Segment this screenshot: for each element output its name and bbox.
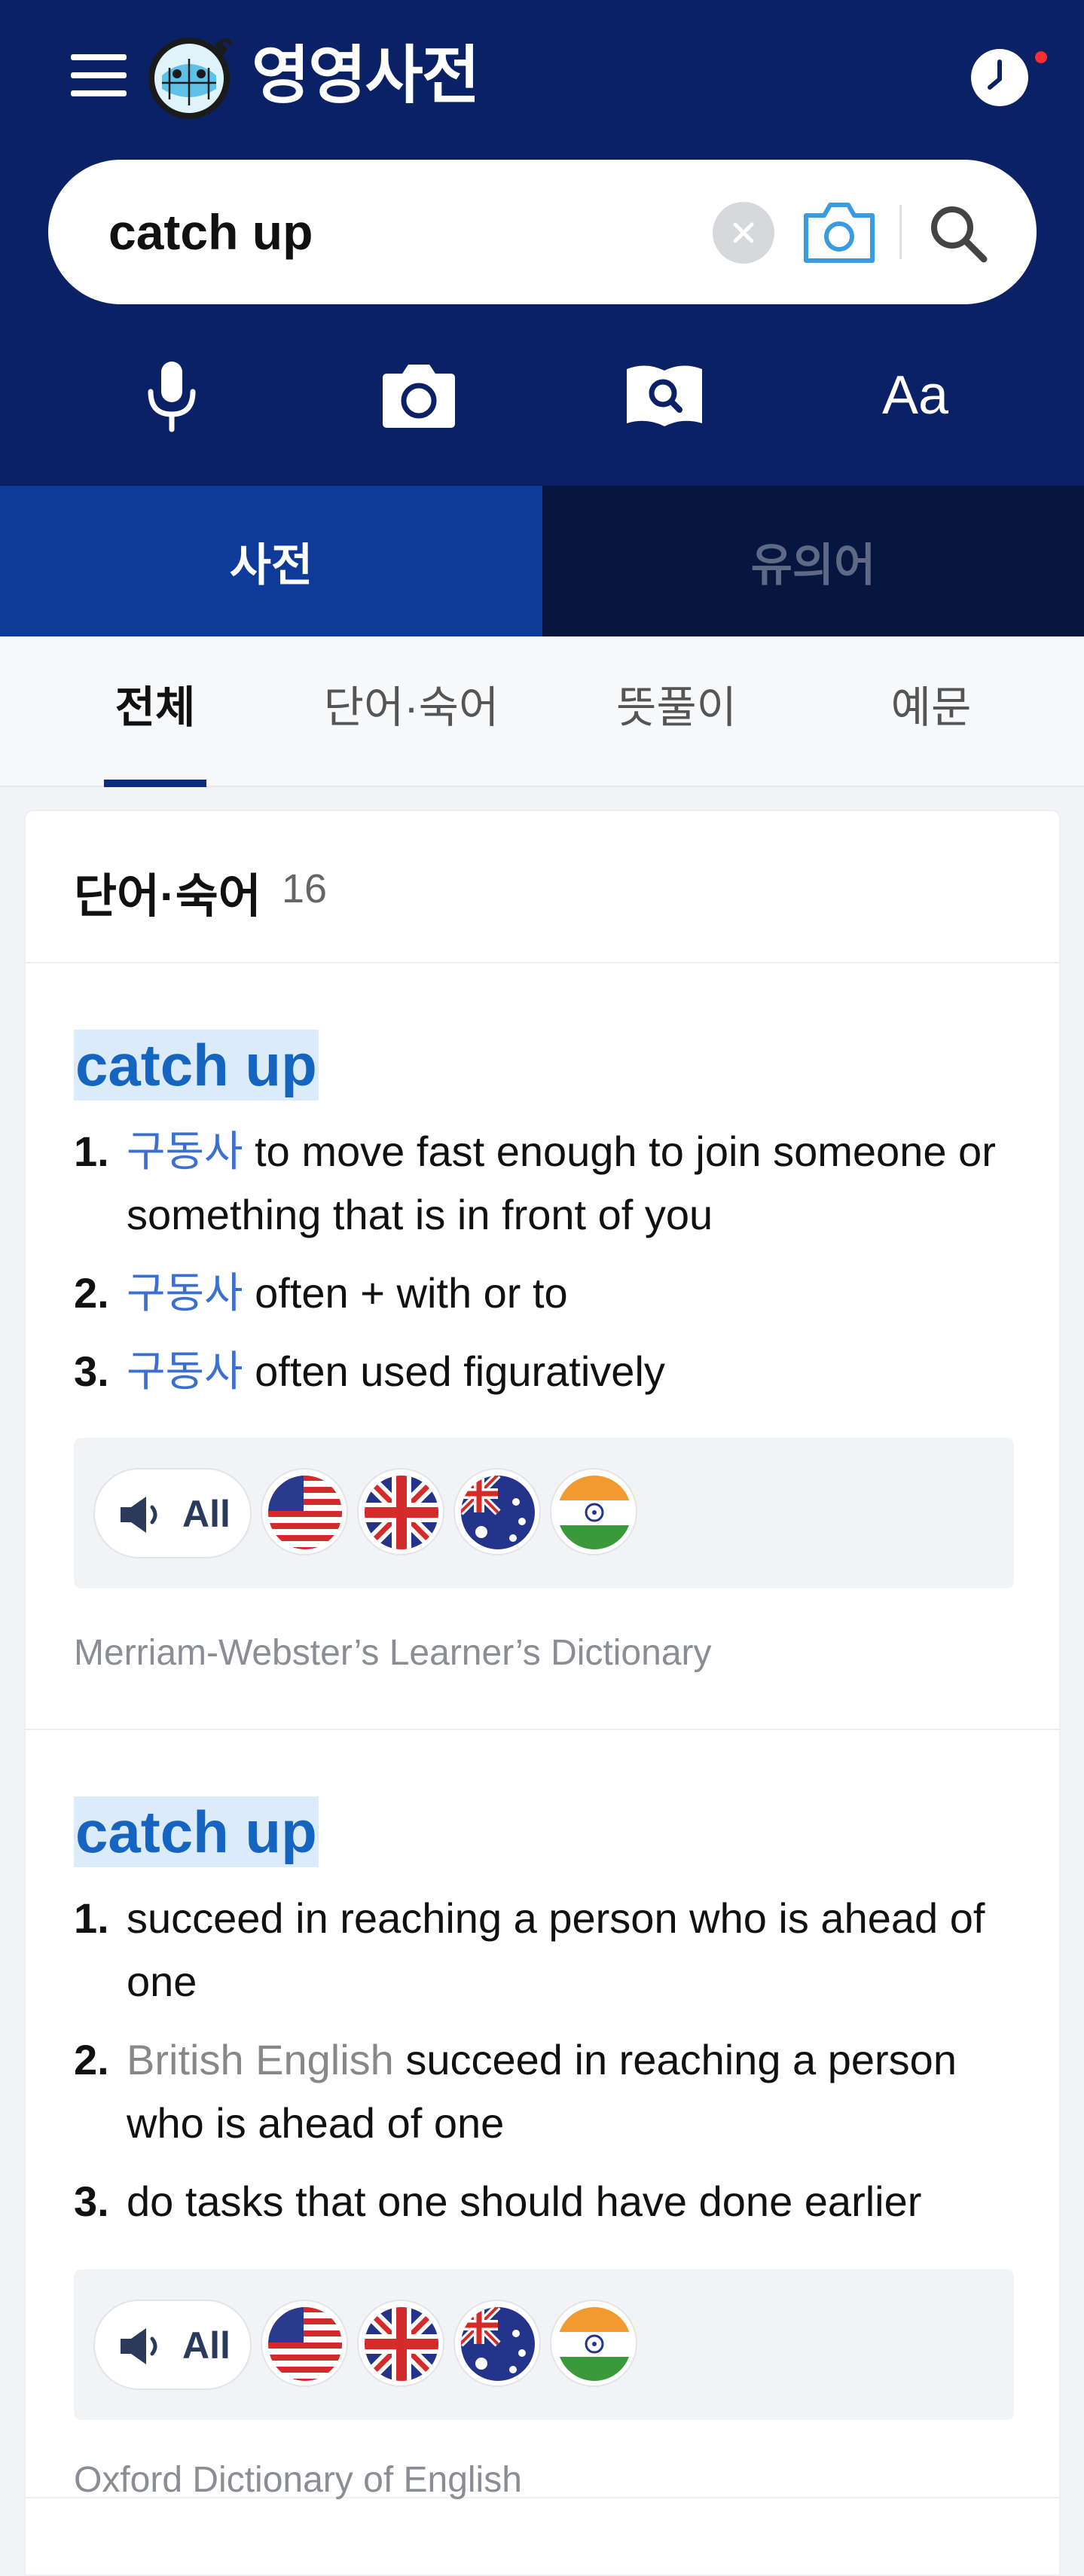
- app-title: 영영사전: [252, 40, 480, 111]
- sense-number: 1.: [74, 1128, 109, 1175]
- sense-number: 3.: [74, 2178, 109, 2225]
- sense-number: 3.: [74, 1348, 109, 1395]
- clear-icon[interactable]: [713, 202, 774, 264]
- sense-item: 2. British English succeed in reaching a…: [74, 2028, 1031, 2155]
- main-tabs: 사전 유의어: [0, 486, 1084, 636]
- result-count: 16: [282, 866, 328, 911]
- us-flag-icon[interactable]: [261, 1468, 348, 1555]
- sense-item: 2. 구동사 often + with or to: [74, 1262, 1031, 1325]
- uk-flag-icon[interactable]: [357, 2300, 444, 2387]
- search-box: [48, 160, 1037, 304]
- headword[interactable]: catch up: [74, 1796, 319, 1867]
- subtab-definitions[interactable]: 뜻풀이: [609, 636, 744, 787]
- sense-number: 2.: [74, 1269, 109, 1317]
- section-title: 단어·숙어: [74, 871, 261, 923]
- in-flag-icon[interactable]: [550, 2300, 637, 2387]
- speaker-icon: [121, 1497, 157, 1533]
- subtab-examples[interactable]: 예문: [887, 636, 975, 787]
- dictionary-entry: catch up 1. 구동사 to move fast enough to j…: [26, 963, 1059, 1730]
- sense-number: 1.: [74, 1894, 109, 1942]
- dictionary-source: Oxford Dictionary of English: [74, 2460, 522, 2500]
- section-header: 단어·숙어 16: [26, 811, 1059, 963]
- sense-item: 1. succeed in reaching a person who is a…: [74, 1887, 1031, 2013]
- play-all-label: All: [182, 1493, 231, 1535]
- sense-text: succeed in reaching a person who is ahea…: [127, 1894, 985, 2005]
- us-flag-icon[interactable]: [261, 2300, 348, 2387]
- app-header: 영영사전 Aa: [0, 0, 1084, 486]
- sense-text: often used figuratively: [255, 1348, 665, 1395]
- part-of-speech: 구동사: [127, 1269, 243, 1317]
- speaker-icon: [121, 2328, 157, 2364]
- top-bar: 영영사전: [0, 0, 1084, 158]
- sense-number: 2.: [74, 2036, 109, 2083]
- sense-item: 3. do tasks that one should have done ea…: [74, 2170, 1031, 2233]
- dictionary-source: Merriam-Webster’s Learner’s Dictionary: [74, 1633, 712, 1673]
- clock-icon[interactable]: [969, 47, 1031, 108]
- dictionary-entry: catch up 1. succeed in reaching a person…: [26, 1730, 1059, 2500]
- search-icon[interactable]: [924, 199, 991, 267]
- part-of-speech: 구동사: [127, 1128, 243, 1175]
- sense-item: 3. 구동사 often used figuratively: [74, 1340, 1031, 1403]
- part-of-speech: 구동사: [127, 1348, 243, 1395]
- menu-icon[interactable]: [71, 51, 127, 99]
- camera-icon[interactable]: [374, 354, 464, 437]
- sense-text: often + with or to: [255, 1269, 568, 1317]
- headword[interactable]: catch up: [74, 1030, 319, 1100]
- au-flag-icon[interactable]: [453, 2300, 541, 2387]
- font-size-icon[interactable]: Aa: [866, 354, 964, 437]
- play-all-button[interactable]: All: [93, 1468, 252, 1558]
- notification-dot: [1035, 51, 1047, 63]
- camera-icon[interactable]: [802, 199, 877, 265]
- au-flag-icon[interactable]: [453, 1468, 541, 1555]
- tab-synonyms[interactable]: 유의어: [542, 486, 1084, 636]
- uk-flag-icon[interactable]: [357, 1468, 444, 1555]
- subtab-words-idioms[interactable]: 단어·숙어: [321, 636, 502, 787]
- in-flag-icon[interactable]: [550, 1468, 637, 1555]
- divider: [899, 205, 902, 259]
- results-card: 단어·숙어 16 catch up 1. 구동사 to move fast en…: [24, 810, 1061, 2576]
- pronunciation-panel: All: [74, 2269, 1014, 2420]
- play-all-button[interactable]: All: [93, 2300, 252, 2390]
- microphone-icon[interactable]: [127, 354, 217, 437]
- play-all-label: All: [182, 2324, 231, 2367]
- subtab-all[interactable]: 전체: [104, 636, 206, 787]
- book-search-icon[interactable]: [619, 354, 710, 437]
- tab-dictionary[interactable]: 사전: [0, 486, 542, 636]
- pronunciation-panel: All: [74, 1438, 1014, 1589]
- sub-tabs: 전체 단어·숙어 뜻풀이 예문: [0, 636, 1084, 787]
- mascot-logo: [148, 38, 233, 119]
- sense-text: to move fast enough to join someone or s…: [127, 1128, 996, 1238]
- search-input[interactable]: [108, 196, 696, 268]
- region-label: British English: [127, 2036, 394, 2083]
- sense-text: do tasks that one should have done earli…: [127, 2178, 922, 2225]
- sense-item: 1. 구동사 to move fast enough to join someo…: [74, 1120, 1031, 1247]
